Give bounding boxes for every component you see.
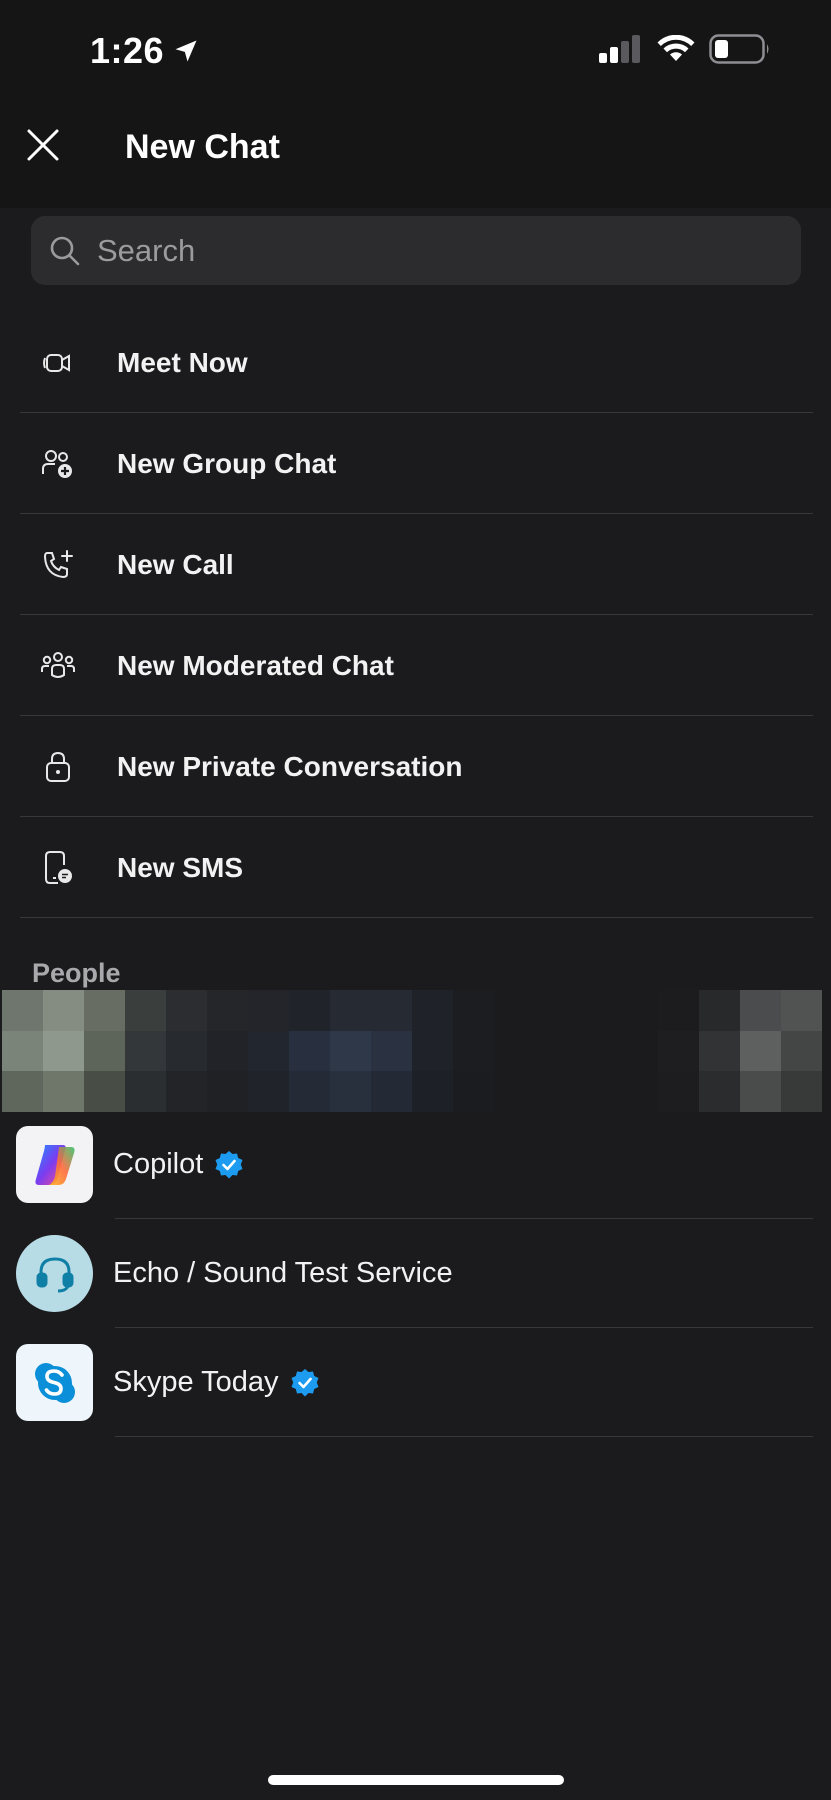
close-button[interactable] xyxy=(22,126,64,168)
contact-name-text: Copilot xyxy=(113,1148,204,1180)
home-indicator[interactable] xyxy=(268,1775,564,1785)
search-icon xyxy=(49,235,81,267)
search-bar[interactable] xyxy=(31,216,801,285)
group-add-icon xyxy=(40,446,76,482)
action-label: New Call xyxy=(117,548,234,580)
battery-icon xyxy=(709,34,771,69)
verified-badge-icon xyxy=(289,1367,321,1399)
phone-add-icon xyxy=(40,547,76,583)
action-label: New Moderated Chat xyxy=(117,649,394,681)
contact-name-text: Skype Today xyxy=(113,1366,279,1398)
status-time: 1:26 xyxy=(90,30,200,72)
contact-row-skype-today[interactable]: Skype Today xyxy=(0,1328,831,1437)
action-label: New Group Chat xyxy=(117,447,337,479)
video-camera-icon xyxy=(40,345,76,381)
status-time-text: 1:26 xyxy=(90,30,165,71)
copilot-logo xyxy=(16,1126,93,1203)
location-arrow-icon xyxy=(172,37,200,65)
contact-name-text: Echo / Sound Test Service xyxy=(113,1257,453,1289)
people-section-label: People xyxy=(32,958,121,988)
contact-row-echo[interactable]: Echo / Sound Test Service xyxy=(0,1219,831,1328)
new-chat-actions: Meet Now New Group Chat New Call New Mod… xyxy=(0,312,831,918)
verified-badge-icon xyxy=(213,1149,245,1181)
divider xyxy=(20,917,813,918)
cellular-signal-icon xyxy=(599,35,643,68)
phone-sms-icon xyxy=(40,850,76,886)
redacted-contact-row xyxy=(2,990,822,1112)
new-group-chat-item[interactable]: New Group Chat xyxy=(0,413,831,514)
contact-name: Echo / Sound Test Service xyxy=(113,1219,453,1328)
close-icon xyxy=(26,128,60,167)
divider xyxy=(115,1436,813,1437)
search-input[interactable] xyxy=(95,231,759,270)
headset-avatar xyxy=(16,1235,93,1312)
new-call-item[interactable]: New Call xyxy=(0,514,831,615)
new-chat-screen: 1:26 New Chat Search Meet Now New Group … xyxy=(0,0,831,1800)
skype-logo xyxy=(16,1344,93,1421)
people-team-icon xyxy=(40,648,76,684)
action-label: New Private Conversation xyxy=(117,750,463,782)
new-private-conversation-item[interactable]: New Private Conversation xyxy=(0,716,831,817)
status-icons xyxy=(599,34,771,69)
action-label: New SMS xyxy=(117,851,244,883)
contact-name: Skype Today xyxy=(113,1328,321,1437)
new-moderated-chat-item[interactable]: New Moderated Chat xyxy=(0,615,831,716)
page-title: New Chat xyxy=(125,128,280,166)
contact-name: Copilot xyxy=(113,1110,245,1219)
action-label: Meet Now xyxy=(117,346,248,378)
contact-row-copilot[interactable]: Copilot xyxy=(0,1110,831,1219)
new-sms-item[interactable]: New SMS xyxy=(0,817,831,918)
meet-now-item[interactable]: Meet Now xyxy=(0,312,831,413)
wifi-icon xyxy=(657,34,695,68)
lock-icon xyxy=(40,749,76,785)
